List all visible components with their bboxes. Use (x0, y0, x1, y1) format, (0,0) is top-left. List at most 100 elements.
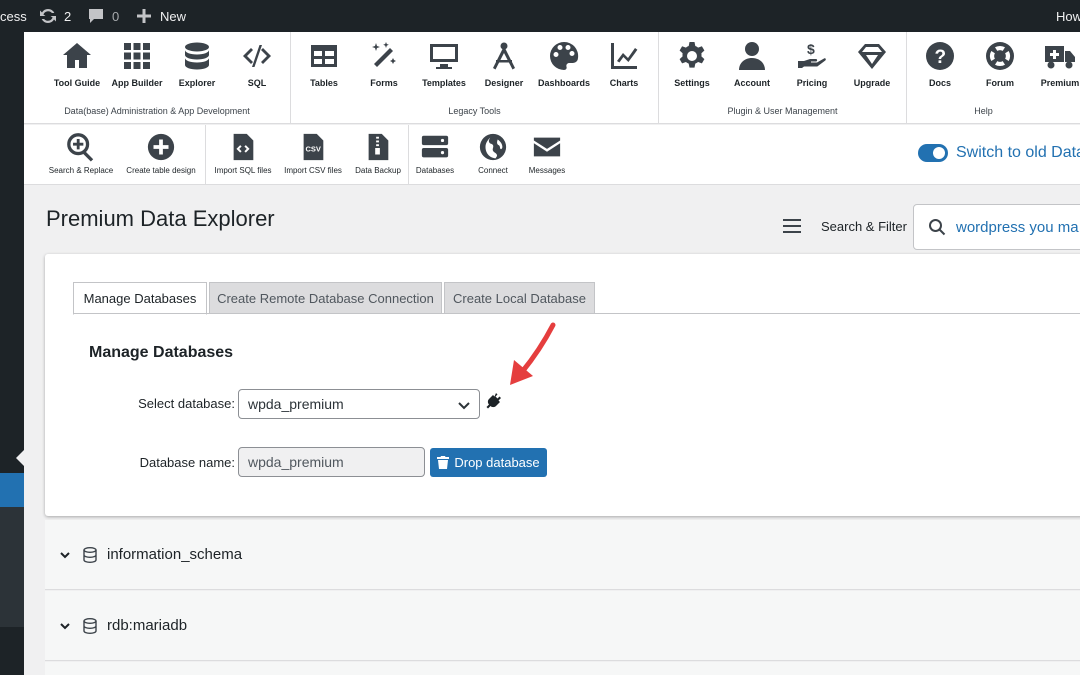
premium-button[interactable]: Premium (1030, 38, 1080, 88)
import-csv-button[interactable]: CSV Import CSV files (283, 131, 343, 175)
dashboards-label: Dashboards (537, 78, 590, 88)
globe-icon (473, 131, 513, 163)
toolbar-group-legacy: Tables Forms Templates Designer Dashboar… (291, 32, 659, 124)
drop-database-label: Drop database (454, 455, 540, 470)
pricing-label: Pricing (796, 78, 828, 88)
explorer-button[interactable]: Explorer (167, 38, 227, 88)
search-input[interactable] (956, 218, 1080, 236)
tab-manage-databases[interactable]: Manage Databases (73, 282, 207, 315)
chevron-down-icon[interactable] (59, 549, 71, 561)
search-box[interactable] (913, 204, 1080, 250)
comments-count: 0 (112, 8, 120, 24)
sql-button[interactable]: SQL (227, 38, 287, 88)
page-title: Premium Data Explorer (46, 206, 275, 231)
file-csv-icon: CSV (283, 131, 343, 163)
switch-old-data-toggle[interactable]: Switch to old Data (918, 144, 1080, 162)
forum-label: Forum (986, 78, 1014, 88)
tables-button[interactable]: Tables (294, 38, 354, 88)
my-account-link[interactable]: How (1056, 0, 1080, 32)
chevron-down-icon[interactable] (59, 620, 71, 632)
upgrade-label: Upgrade (853, 78, 891, 88)
database-name-label: Database name: (139, 455, 235, 470)
svg-text:CSV: CSV (306, 145, 321, 154)
svg-text:$: $ (807, 41, 815, 57)
database-row[interactable]: rdb:mariadb (45, 591, 1080, 661)
new-content-link[interactable]: New (134, 0, 186, 32)
settings-button[interactable]: Settings (662, 38, 722, 88)
sql-label: SQL (247, 78, 267, 88)
new-label: New (160, 8, 187, 24)
admin-menu-active-item[interactable] (0, 473, 24, 507)
toolbar-group-help: ? Docs Forum Premium Help (907, 32, 1080, 124)
database-icon (83, 546, 97, 563)
upgrade-button[interactable]: Upgrade (842, 38, 902, 88)
templates-button[interactable]: Templates (414, 38, 474, 88)
drop-database-button[interactable]: Drop database (430, 448, 547, 477)
import-sql-button[interactable]: Import SQL files (213, 131, 273, 175)
create-table-design-label: Create table design (126, 166, 196, 175)
hamburger-menu-icon[interactable] (782, 216, 802, 236)
toolbar-group-plugin: Settings Account $ Pricing Upgrade Plugi… (659, 32, 907, 124)
trash-icon (437, 456, 450, 469)
messages-label: Messages (528, 166, 566, 175)
select-database-dropdown[interactable]: wpda_premium (238, 389, 480, 419)
toolbar-group-help-label: Help (974, 106, 993, 116)
toggle-switch[interactable] (918, 144, 948, 162)
charts-button[interactable]: Charts (594, 38, 654, 88)
site-name-link[interactable]: cess (0, 0, 27, 32)
search-filter-label[interactable]: Search & Filter (821, 219, 907, 234)
tool-guide-button[interactable]: Tool Guide (47, 38, 107, 88)
lifebuoy-icon (970, 38, 1030, 74)
admin-menu (0, 32, 24, 675)
tab-create-local-database[interactable]: Create Local Database (444, 282, 595, 314)
import-csv-label: Import CSV files (284, 166, 342, 175)
docs-button[interactable]: ? Docs (910, 38, 970, 88)
monitor-icon (414, 38, 474, 74)
docs-label: Docs (928, 78, 951, 88)
plug-icon[interactable] (485, 391, 503, 409)
pricing-hand-icon: $ (782, 38, 842, 74)
select-database-label: Select database: (138, 396, 235, 411)
database-icon (167, 38, 227, 74)
database-name: rdb:mariadb (107, 617, 188, 634)
databases-label: Databases (415, 166, 455, 175)
forms-button[interactable]: Forms (354, 38, 414, 88)
database-name-field: wpda_premium (238, 447, 425, 477)
pricing-button[interactable]: $ Pricing (782, 38, 842, 88)
database-row[interactable]: information_schema (45, 520, 1080, 590)
templates-label: Templates (422, 78, 466, 88)
dashboards-button[interactable]: Dashboards (534, 38, 594, 88)
designer-button[interactable]: Designer (474, 38, 534, 88)
section-title: Manage Databases (89, 344, 234, 361)
premium-label: Premium (1040, 78, 1080, 88)
search-replace-button[interactable]: Search & Replace (48, 131, 114, 175)
refresh-icon (38, 6, 58, 26)
toolbar-group-legacy-label: Legacy Tools (448, 106, 501, 116)
designer-label: Designer (484, 78, 524, 88)
server-icon (415, 131, 455, 163)
account-button[interactable]: Account (722, 38, 782, 88)
app-builder-button[interactable]: App Builder (107, 38, 167, 88)
databases-button[interactable]: Databases (415, 131, 455, 175)
comments-link[interactable]: 0 (86, 0, 119, 32)
connect-button[interactable]: Connect (473, 131, 513, 175)
user-icon (722, 38, 782, 74)
database-name-value: wpda_premium (248, 454, 344, 470)
messages-button[interactable]: Messages (527, 131, 567, 175)
database-icon (83, 617, 97, 634)
toolbar-group-plugin-label: Plugin & User Management (727, 106, 838, 116)
data-backup-button[interactable]: Data Backup (353, 131, 403, 175)
tab-create-remote-connection[interactable]: Create Remote Database Connection (209, 282, 442, 314)
code-icon (227, 38, 287, 74)
howdy-text: How (1056, 8, 1080, 24)
line-chart-icon (594, 38, 654, 74)
file-code-icon (213, 131, 273, 163)
create-table-design-button[interactable]: Create table design (126, 131, 196, 175)
tool-guide-label: Tool Guide (53, 78, 101, 88)
plus-circle-icon (126, 131, 196, 163)
toolbar-group-admin: Tool Guide App Builder Explorer SQL Data… (24, 32, 291, 124)
forum-button[interactable]: Forum (970, 38, 1030, 88)
updates-link[interactable]: 2 (38, 0, 71, 32)
import-sql-label: Import SQL files (214, 166, 272, 175)
connect-label: Connect (478, 166, 508, 175)
